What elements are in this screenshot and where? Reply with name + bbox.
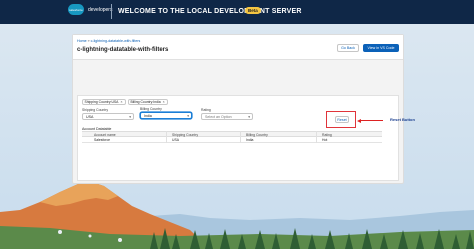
shipping-country-label: Shipping Country <box>82 108 109 112</box>
column-header-billing-country[interactable]: Billing Country <box>246 133 268 137</box>
reset-button-annotation: Reset Button <box>390 117 415 122</box>
filter-pill-label: Billing Country:India <box>130 100 161 104</box>
logo-text: salesforce <box>69 7 83 12</box>
top-navigation-bar: salesforce developers WELCOME TO THE LOC… <box>0 0 474 24</box>
remove-pill-icon[interactable]: × <box>163 100 165 104</box>
brand-label: developers <box>88 6 113 13</box>
chevron-down-icon: ▾ <box>187 114 189 118</box>
site-title: WELCOME TO THE LOCAL DEVELOPMENT SERVER <box>118 8 302 15</box>
salesforce-developers-logo[interactable]: salesforce developers <box>68 4 112 15</box>
card-header: Home » c-lightning-datatable-with-filter… <box>73 35 403 60</box>
beta-badge: Beta <box>245 7 261 14</box>
filter-pill-billing[interactable]: Billing Country:India × <box>128 99 168 105</box>
billing-country-label: Billing Country <box>140 107 162 111</box>
breadcrumb-home-link[interactable]: Home <box>77 39 87 43</box>
filter-pill-shipping[interactable]: Shipping Country:USA × <box>82 99 126 105</box>
page-title: c-lightning-datatable-with-filters <box>77 47 169 53</box>
column-divider <box>316 131 317 143</box>
cell-account-name: Salesforce <box>94 137 111 142</box>
salesforce-cloud-icon: salesforce <box>68 4 84 15</box>
shipping-country-value: USA <box>86 114 94 119</box>
billing-country-value: India <box>144 113 152 118</box>
column-header-rating[interactable]: Rating <box>322 133 332 137</box>
column-divider <box>166 131 167 143</box>
datatable-with-filters-component: Shipping Country:USA × Billing Country:I… <box>77 95 415 181</box>
filter-pill-label: Shipping Country:USA <box>84 100 119 104</box>
annotation-arrow <box>359 120 383 121</box>
column-header-account-name[interactable]: Account name <box>94 133 116 137</box>
cell-billing-country: India <box>246 137 254 142</box>
breadcrumb: Home » c-lightning-datatable-with-filter… <box>77 39 140 43</box>
view-in-vscode-button[interactable]: View in VS Code <box>363 44 399 52</box>
go-back-button[interactable]: Go Back <box>337 44 359 52</box>
rating-select[interactable]: Select an Option ▾ <box>201 113 253 120</box>
billing-country-select[interactable]: India ▾ <box>140 112 192 119</box>
shipping-country-select[interactable]: USA ▾ <box>82 113 134 120</box>
reset-button[interactable]: Reset <box>335 116 349 123</box>
rating-label: Rating <box>201 108 211 112</box>
column-header-shipping-country[interactable]: Shipping Country <box>172 133 198 137</box>
annotation-arrow-head <box>357 118 361 123</box>
cell-rating: Hot <box>322 137 328 142</box>
component-preview-card: Home » c-lightning-datatable-with-filter… <box>72 34 415 184</box>
rating-placeholder: Select an Option <box>205 114 232 119</box>
breadcrumb-current[interactable]: c-lightning-datatable-with-filters <box>91 39 141 43</box>
chevron-down-icon: ▾ <box>129 115 131 119</box>
cell-shipping-country: USA <box>172 137 179 142</box>
breadcrumb-separator: » <box>87 39 90 43</box>
remove-pill-icon[interactable]: × <box>120 100 122 104</box>
header-divider <box>111 4 112 19</box>
column-divider <box>240 131 241 143</box>
table-row: Salesforce USA India Hot <box>82 137 382 143</box>
chevron-down-icon: ▾ <box>248 115 250 119</box>
